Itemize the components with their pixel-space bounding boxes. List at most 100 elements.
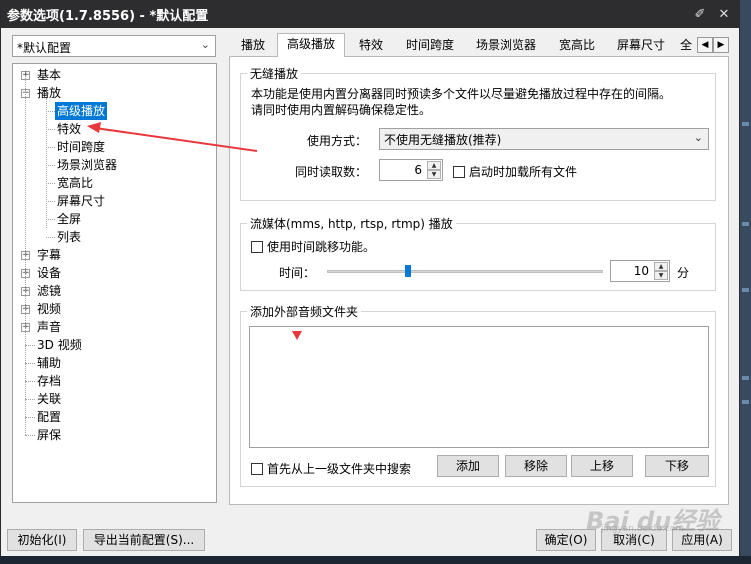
mode-label: 使用方式： bbox=[307, 134, 368, 148]
tree-item[interactable]: 列表 bbox=[13, 228, 216, 246]
read-count-label: 同时读取数： bbox=[295, 165, 368, 179]
tree-connector bbox=[25, 75, 26, 435]
background-taskbar-strip bbox=[0, 556, 751, 564]
tree-item-label: 声音 bbox=[37, 320, 62, 334]
seamless-group-title: 无缝播放 bbox=[247, 65, 302, 82]
seamless-desc-2: 请同时使用内置解码确保稳定性。 bbox=[251, 103, 432, 117]
tree-connector bbox=[25, 363, 35, 364]
tree-connector bbox=[46, 237, 55, 238]
tree-item-label: 屏保 bbox=[37, 428, 62, 442]
tree-connector bbox=[46, 201, 55, 202]
tree-item-label: 3D 视频 bbox=[37, 338, 82, 352]
tree-item-label: 列表 bbox=[57, 230, 82, 244]
tree-item[interactable]: 高级播放 bbox=[13, 102, 216, 120]
move-up-button[interactable]: 上移 bbox=[571, 455, 633, 477]
tree-item[interactable]: − 播放 bbox=[13, 84, 216, 102]
tab-7[interactable]: 全 bbox=[677, 35, 695, 57]
watermark-url: jingyan.baidu.com bbox=[601, 524, 685, 534]
remove-button[interactable]: 移除 bbox=[505, 455, 567, 477]
tab-0[interactable]: 播放 bbox=[231, 35, 275, 57]
tree-connector bbox=[25, 399, 35, 400]
stepper-up-icon[interactable]: ▲ bbox=[427, 161, 441, 170]
tree-item[interactable]: + 滤镜 bbox=[13, 282, 216, 300]
audio-folder-list[interactable] bbox=[249, 326, 709, 448]
tree-item-label: 配置 bbox=[37, 410, 62, 424]
tree-item[interactable]: 辅助 bbox=[13, 354, 216, 372]
tab-4[interactable]: 场景浏览器 bbox=[465, 35, 547, 57]
tree-item-label: 视频 bbox=[37, 302, 62, 316]
tree-connector bbox=[25, 417, 35, 418]
load-all-checkbox[interactable]: 启动时加载所有文件 bbox=[453, 163, 577, 180]
time-jump-checkbox[interactable]: 使用时间跳移功能。 bbox=[251, 238, 375, 255]
advanced-playback-panel: 无缝播放 本功能是使用内置分离器同时预读多个文件以尽量避免播放过程中存在的间隔。… bbox=[229, 57, 729, 505]
title-bar[interactable]: 参数选项(1.7.8556) - *默认配置 ✐ ✕ bbox=[1, 1, 739, 28]
checkbox-box[interactable] bbox=[251, 462, 263, 475]
tree-item[interactable]: + 基本 bbox=[13, 66, 216, 84]
tree-item[interactable]: 屏保 bbox=[13, 426, 216, 444]
checkbox-box[interactable] bbox=[453, 165, 465, 178]
add-button[interactable]: 添加 bbox=[437, 455, 499, 477]
export-config-button[interactable]: 导出当前配置(S)... bbox=[83, 529, 205, 551]
time-slider[interactable] bbox=[327, 265, 603, 277]
preferences-window: 参数选项(1.7.8556) - *默认配置 ✐ ✕ *默认配置 ⌄ + 基本 − 播… bbox=[0, 0, 740, 564]
tree-item-label: 屏幕尺寸 bbox=[57, 194, 106, 208]
read-count-stepper[interactable]: 6 ▲ ▼ bbox=[379, 159, 443, 181]
tree-item[interactable]: + 声音 bbox=[13, 318, 216, 336]
search-parent-checkbox[interactable]: 首先从上一级文件夹中搜索 bbox=[251, 460, 411, 477]
tab-next-button[interactable]: ▶ bbox=[713, 37, 729, 53]
move-down-button[interactable]: 下移 bbox=[645, 455, 709, 477]
mode-select[interactable]: 不使用无缝播放(推荐) ⌄ bbox=[379, 128, 709, 150]
tree-connector bbox=[46, 183, 55, 184]
tree-item-label: 辅助 bbox=[37, 356, 62, 370]
tree-item[interactable]: 存档 bbox=[13, 372, 216, 390]
tab-3[interactable]: 时间跨度 bbox=[397, 35, 463, 57]
audio-folder-group-title: 添加外部音频文件夹 bbox=[247, 303, 362, 320]
tree-item[interactable]: 全屏 bbox=[13, 210, 216, 228]
stepper-down-icon[interactable]: ▼ bbox=[427, 170, 441, 179]
tab-6[interactable]: 屏幕尺寸 bbox=[607, 35, 675, 57]
slider-thumb[interactable] bbox=[405, 265, 411, 277]
tab-1[interactable]: 高级播放 bbox=[277, 33, 345, 58]
tab-2[interactable]: 特效 bbox=[347, 35, 395, 57]
tree-connector bbox=[25, 435, 35, 436]
tree-item[interactable]: 关联 bbox=[13, 390, 216, 408]
seamless-desc-1: 本功能是使用内置分离器同时预读多个文件以尽量避免播放过程中存在的间隔。 bbox=[251, 87, 672, 101]
chevron-down-icon: ⌄ bbox=[200, 38, 210, 51]
tree-item-label: 宽高比 bbox=[57, 176, 94, 190]
tree-item[interactable]: + 视频 bbox=[13, 300, 216, 318]
pin-icon[interactable]: ✐ bbox=[691, 7, 709, 22]
tree-item-label: 播放 bbox=[37, 86, 62, 100]
time-label: 时间： bbox=[279, 266, 316, 280]
tree-item[interactable]: 宽高比 bbox=[13, 174, 216, 192]
audio-folder-group: 添加外部音频文件夹 首先从上一级文件夹中搜索 添加 移除 上移 下移 bbox=[240, 303, 716, 487]
preset-select[interactable]: *默认配置 ⌄ bbox=[12, 35, 216, 57]
search-parent-label: 首先从上一级文件夹中搜索 bbox=[267, 462, 412, 476]
tree-item-label: 基本 bbox=[37, 68, 62, 82]
tab-strip: 全屏幕尺寸 宽高比 场景浏览器 时间跨度 特效 高级播放 播放 ◀ ▶ bbox=[229, 33, 729, 58]
tree-item-label: 场景浏览器 bbox=[57, 158, 118, 172]
time-value: 10 bbox=[633, 264, 649, 278]
tree-connector bbox=[46, 219, 55, 220]
init-button[interactable]: 初始化(I) bbox=[7, 529, 77, 551]
load-all-label: 启动时加载所有文件 bbox=[469, 165, 578, 179]
tree-item[interactable]: 3D 视频 bbox=[13, 336, 216, 354]
tree-item[interactable]: 配置 bbox=[13, 408, 216, 426]
tab-prev-button[interactable]: ◀ bbox=[697, 37, 713, 53]
tree-item-label: 特效 bbox=[57, 122, 82, 136]
tree-item[interactable]: + 设备 bbox=[13, 264, 216, 282]
stepper-down-icon[interactable]: ▼ bbox=[654, 271, 668, 280]
streaming-group-title: 流媒体(mms, http, rtsp, rtmp) 播放 bbox=[247, 215, 456, 232]
tree-item[interactable]: 场景浏览器 bbox=[13, 156, 216, 174]
tree-item[interactable]: + 字幕 bbox=[13, 246, 216, 264]
close-icon[interactable]: ✕ bbox=[715, 7, 733, 22]
checkbox-box[interactable] bbox=[251, 240, 263, 253]
time-stepper[interactable]: 10 ▲ ▼ bbox=[610, 260, 670, 282]
tree-connector bbox=[46, 147, 55, 148]
tree-item[interactable]: 屏幕尺寸 bbox=[13, 192, 216, 210]
seamless-group: 无缝播放 本功能是使用内置分离器同时预读多个文件以尽量避免播放过程中存在的间隔。… bbox=[240, 65, 716, 201]
stepper-up-icon[interactable]: ▲ bbox=[654, 262, 668, 271]
tree-item-label: 滤镜 bbox=[37, 284, 62, 298]
preset-value: *默认配置 bbox=[17, 41, 72, 55]
tab-5[interactable]: 宽高比 bbox=[549, 35, 605, 57]
mode-value: 不使用无缝播放(推荐) bbox=[384, 133, 502, 147]
